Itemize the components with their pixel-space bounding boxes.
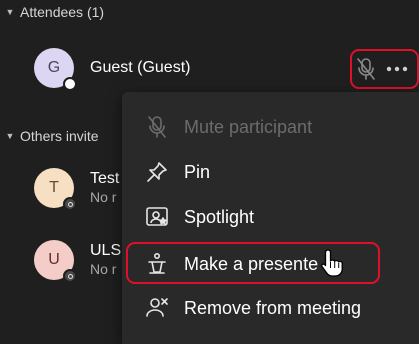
attendees-section-title: Attendees (1) [20,4,105,20]
remove-person-icon [144,296,170,320]
mic-off-icon[interactable] [356,57,376,81]
avatar: T [34,168,77,211]
invitee-row[interactable]: T Test No r [34,168,120,211]
avatar-initial: T [49,179,59,196]
guest-presence-icon [63,77,77,91]
avatar: U [34,240,77,283]
avatar-initial: G [47,59,61,76]
invitee-status: No r [90,189,117,205]
hand-cursor-icon [320,248,346,283]
offline-presence-icon [63,269,77,283]
pin-icon [144,160,170,184]
attendee-name: Guest (Guest) [90,59,191,76]
avatar: G [34,48,77,91]
menu-item-remove-from-meeting[interactable]: Remove from meeting [122,286,419,330]
avatar-initial: U [48,251,60,268]
invitee-name: Test [90,170,120,187]
menu-item-label: Mute participant [184,116,313,137]
attendees-section-header[interactable]: ▼ Attendees (1) [0,4,105,20]
menu-item-pin[interactable]: Pin [122,150,419,194]
participant-context-menu: Mute participant Pin Spotlight Make a pr… [122,92,419,344]
row-actions [356,54,408,84]
invitee-row[interactable]: U ULS No r [34,240,122,283]
collapse-chevron-icon: ▼ [5,131,15,141]
attendee-row-guest[interactable]: G Guest (Guest) [34,48,191,91]
others-invited-section-header[interactable]: ▼ Others invite [0,128,99,144]
spotlight-icon [144,205,170,229]
offline-presence-icon [63,197,77,211]
invitee-name: ULS [90,242,122,259]
collapse-chevron-icon: ▼ [5,7,15,17]
menu-item-label: Spotlight [184,206,255,227]
menu-item-mute-participant[interactable]: Mute participant [122,105,419,149]
others-section-title: Others invite [20,128,99,144]
more-options-icon[interactable] [386,66,408,72]
menu-item-label: Remove from meeting [184,297,362,318]
invitee-status: No r [90,261,117,277]
mic-off-icon [144,115,170,139]
menu-item-spotlight[interactable]: Spotlight [122,195,419,239]
menu-item-label: Pin [184,161,211,182]
